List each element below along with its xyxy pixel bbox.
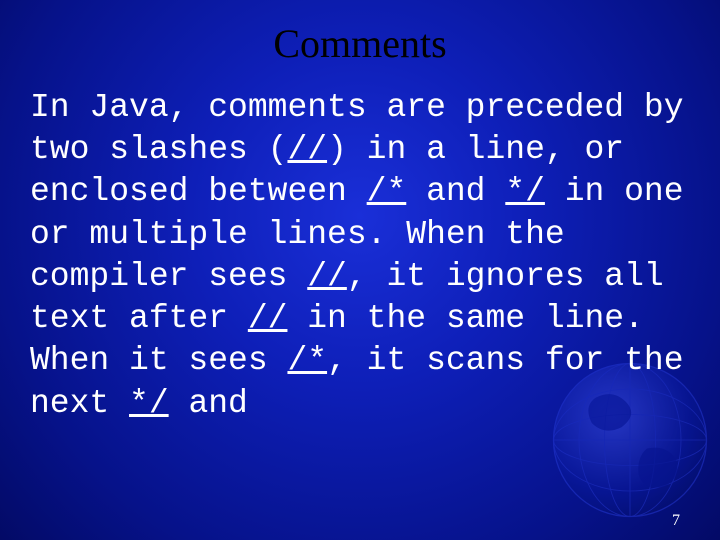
body-text-segment: and [406,173,505,210]
code-token: */ [129,385,169,422]
body-text-segment: and [169,385,248,422]
code-token: // [287,131,327,168]
slide-title: Comments [0,0,720,77]
code-token: /* [287,342,327,379]
page-number: 7 [672,512,680,530]
code-token: // [307,258,347,295]
slide-body: In Java, comments are preceded by two sl… [0,77,720,425]
code-token: */ [505,173,545,210]
code-token: // [248,300,288,337]
code-token: /* [367,173,407,210]
